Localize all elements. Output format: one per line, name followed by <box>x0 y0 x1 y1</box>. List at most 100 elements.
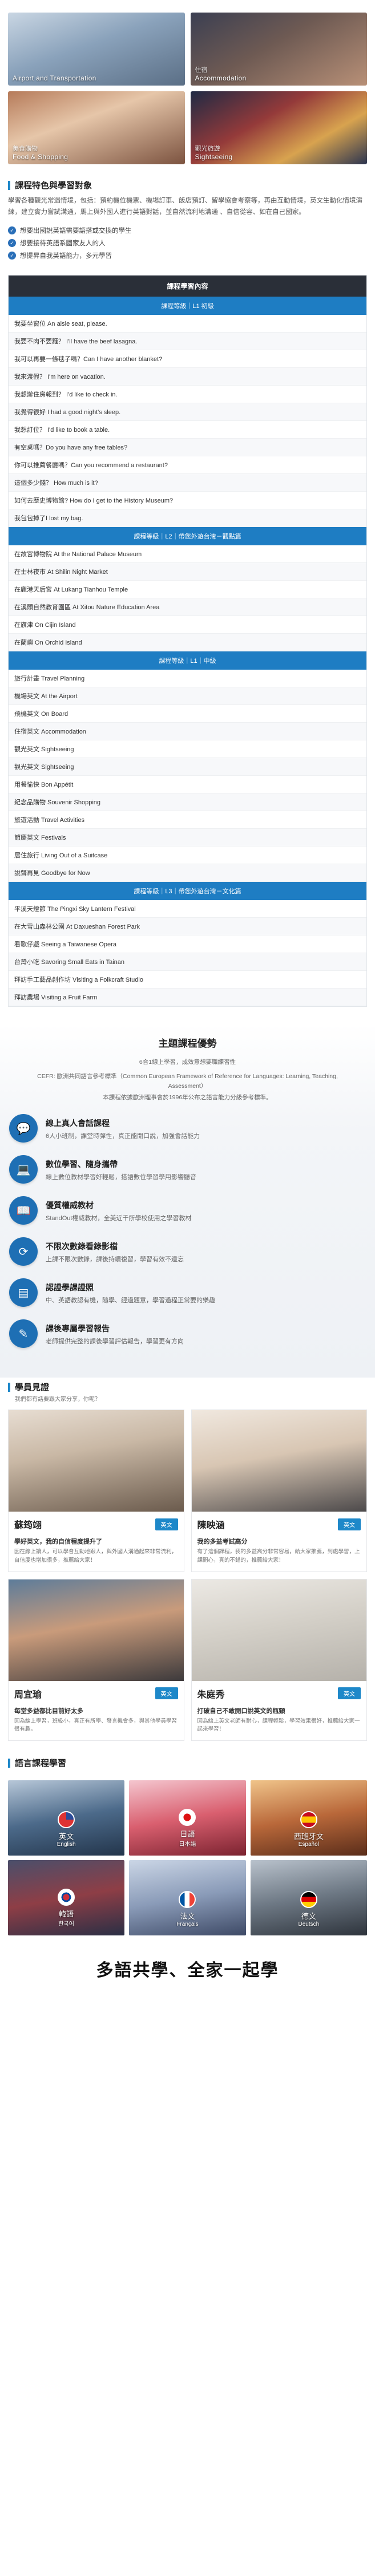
testimonial-card[interactable]: 陳映涵 英文我的多益考試高分有了這個課程，我的多益高分非常容易，給大家推薦，到處學… <box>191 1409 367 1572</box>
gallery-caption-zh: 美食購物 <box>13 145 38 152</box>
course-row: 節慶英文 Festivals <box>9 829 366 847</box>
advantages-subtitle: 6合1線上學習，成效意想要職練習性 CEFR: 歐洲共同語言參考標準（Commo… <box>0 1058 375 1091</box>
student-name-row: 朱庭秀 英文 <box>192 1681 367 1703</box>
check-icon: ✓ <box>8 226 16 235</box>
gallery-caption-zh: 住宿 <box>195 67 208 74</box>
audience-text: 想提昇自我英語能力，多元學習 <box>20 253 112 260</box>
course-row: 我覺得很好 I had a good night's sleep. <box>9 403 366 422</box>
audience-item: ✓ 想要出國說英語需要語搭或交換的學生 <box>8 226 367 235</box>
advantage-title: 線上真人會話課程 <box>46 1119 110 1128</box>
testimonial-body: 有了這個課程，我的多益高分非常容易，給大家推薦，到處學習，上課開心，真的不錯的，… <box>197 1549 360 1564</box>
course-badge: 英文 <box>155 1687 178 1700</box>
target-audience-list: ✓ 想要出國說英語需要語搭或交換的學生 ✓ 想要接待英語系國家友人的人 ✓ 想提昇自我… <box>0 218 375 267</box>
course-row: 紀念品購物 Souvenir Shopping <box>9 793 366 812</box>
advantage-text: 課後專屬學習報告 老師提供完整的課後學習評估報告，學習更有方向 <box>46 1319 184 1347</box>
advantage-desc: 線上數位教材學習好輕鬆，搭語數位學習學用影響聽音 <box>46 1174 196 1181</box>
testimonial-headline: 我的多益考試高分 <box>197 1538 248 1546</box>
laptop-icon: 💻 <box>9 1155 38 1184</box>
course-level-header: 課程等級｜L1 初級 <box>9 297 366 315</box>
course-row: 拜訪手工藝品創作坊 Visiting a Folkcraft Studio <box>9 971 366 989</box>
course-row: 有空桌嗎？Do you have any free tables? <box>9 439 366 457</box>
student-name: 陳映涵 <box>197 1521 225 1531</box>
course-level-rows: 旅行計畫 Travel Planning 機場英文 At the Airport 飛… <box>9 670 366 882</box>
certificate-icon: ▤ <box>9 1278 38 1307</box>
gallery-tile-airport[interactable]: Airport and Transportation <box>8 13 185 86</box>
course-row: 住宿英文 Accommodation <box>9 723 366 741</box>
gallery-tile-accommodation[interactable]: 住宿 Accommodation <box>190 13 367 86</box>
course-row: 在鹿港天后宮 At Lukang Tianhou Temple <box>9 581 366 599</box>
language-name: 韓語 <box>59 1910 74 1919</box>
advantage-item: 💻 數位學習、隨身攜帶 線上數位教材學習好輕鬆，搭語數位學習學用影響聽音 <box>9 1155 366 1184</box>
footer-slogan: 多語共學、全家一起學 <box>96 1961 279 1980</box>
language-tile[interactable]: 德文 Deutsch <box>250 1860 367 1936</box>
gallery-tile-sightseeing[interactable]: 觀光旅遊 Sightseeing <box>190 91 367 164</box>
course-row: 在故宮博物院 At the National Palace Museum <box>9 545 366 564</box>
features-heading: 課程特色與學習對象 <box>8 179 367 191</box>
course-row: 如何去歷史博物館? How do I get to the History Mu… <box>9 492 366 510</box>
advantages-sub2: CEFR: 歐洲共同語言參考標準（Common European Framewo… <box>37 1072 338 1089</box>
course-row: 飛機英文 On Board <box>9 705 366 723</box>
testimonial-body: 因在線上讀人，可以學會互動地跟人，與外國人溝通起來非常流利，自信度也增加很多，推… <box>14 1549 178 1564</box>
course-row: 我包包掉了I lost my bag. <box>9 509 366 528</box>
course-row: 平溪天燈節 The Pingxi Sky Lantern Festival <box>9 900 366 918</box>
advantage-item: ▤ 認證學課證照 中、英語教認有機，隨學、經過題意，學習過程正常要的樂趣 <box>9 1278 366 1307</box>
languages-heading: 語言課程學習 <box>8 1757 367 1769</box>
advantage-item: 💬 線上真人會話課程 6人小班制，課堂時彈性，真正能開口說，加強會話能力 <box>9 1114 366 1143</box>
testimonial-card[interactable]: 朱庭秀 英文 打破自己不敢開口說英文的瓶頸 因為線上英文老師有耐心，課程輕鬆，學習效果… <box>191 1578 367 1741</box>
advantage-text: 認證學課證照 中、英語教認有機，隨學、經過題意，學習過程正常要的樂趣 <box>46 1278 215 1306</box>
testimonials-grid: 蘇筠翊 英文 學好英文，我的自信程度提升了 因在線上讀人，可以學會互動地跟人，與外國人… <box>0 1403 375 1748</box>
course-level-header: 課程等級｜L2｜帶您外遊台灣－觀點篇 <box>9 527 366 546</box>
advantages-section: 主題課程優勢 6合1線上學習，成效意想要職練習性 CEFR: 歐洲共同語言參考標… <box>0 1024 375 1378</box>
testimonial-card[interactable]: 蘇筠翊 英文 學好英文，我的自信程度提升了 因在線上讀人，可以學會互動地跟人，與外國人… <box>8 1409 184 1572</box>
course-row: 在士林夜市 At Shilin Night Market <box>9 563 366 581</box>
course-badge: 英文 <box>155 1518 178 1530</box>
gallery-caption-en: Accommodation <box>195 74 247 82</box>
course-row: 這個多少錢？ How much is it? <box>9 474 366 492</box>
replay-icon: ⟳ <box>9 1237 38 1266</box>
gallery-tile-food[interactable]: 美食購物 Food & Shopping <box>8 91 185 164</box>
course-level-header: 課程等級｜L3｜帶您外遊台灣－文化篇 <box>9 882 366 901</box>
course-table-title: 課程學習內容 <box>9 276 366 297</box>
language-native-name: English <box>57 1841 76 1848</box>
advantage-desc: 上課不限次數錄，課後持續複習，學習有效不遺忘 <box>46 1256 184 1263</box>
features-intro: 學習各種觀光常遇情境，包括：預約機位機票、機場訂車、飯店預訂、留學協會考察等，再… <box>8 197 362 216</box>
course-row: 拜訪農場 Visiting a Fruit Farm <box>9 989 366 1007</box>
gallery-caption-en: Airport and Transportation <box>13 74 96 82</box>
student-name-row: 陳映涵 英文 <box>192 1512 367 1533</box>
language-tile[interactable]: 韓語 한국어 <box>8 1860 125 1936</box>
student-photo <box>191 1410 366 1512</box>
course-row: 說聲再見 Goodbye for Now <box>9 864 366 882</box>
language-tile[interactable]: 西班牙文 Español <box>250 1780 367 1856</box>
language-native-name: Deutsch <box>298 1921 320 1928</box>
language-tile[interactable]: 英文 English <box>8 1780 125 1856</box>
language-tile[interactable]: 日語 日本語 <box>129 1780 246 1856</box>
testimonial-card[interactable]: 周宜瑜 英文 每堂多益都比目前好太多 因為線上學習，班級小，真正有所學、發言機會多，與… <box>8 1578 184 1741</box>
advantage-text: 數位學習、隨身攜帶 線上數位教材學習好輕鬆，搭語數位學習學用影響聽音 <box>46 1155 196 1182</box>
student-name-row: 蘇筠翊 英文 <box>9 1512 184 1533</box>
course-row: 旅行計畫 Travel Planning <box>9 670 366 688</box>
advantage-item: 📖 優質權威教材 StandOut權威教材，全美近千所學校使用之學習教材 <box>9 1196 366 1225</box>
heading-accent-bar <box>8 1758 10 1768</box>
topic-gallery: Airport and Transportation 住宿 Accommodat… <box>0 0 375 170</box>
course-row: 台灣小吃 Savoring Small Eats in Tainan <box>9 953 366 971</box>
audience-item: ✓ 想要接待英語系國家友人的人 <box>8 238 367 248</box>
course-row: 我來渡假？ I'm here on vacation. <box>9 368 366 386</box>
course-row: 旅遊活動 Travel Activities <box>9 811 366 829</box>
advantage-item: ✎ 課後專屬學習報告 老師提供完整的課後學習評估報告，學習更有方向 <box>9 1319 366 1348</box>
course-row: 我想辦住房報到？ I'd like to check in. <box>9 386 366 404</box>
heading-accent-bar <box>8 180 10 190</box>
audience-text: 想要出國說英語需要語搭或交換的學生 <box>20 228 132 235</box>
course-levels: 課程等級｜L1 初級 我要坐窗位 An aisle seat, please. 我要… <box>9 297 366 1007</box>
student-photo <box>9 1579 184 1681</box>
language-name: 西班牙文 <box>293 1832 324 1841</box>
language-name: 法文 <box>180 1912 195 1921</box>
course-row: 在蘭嶼 On Orchid Island <box>9 634 366 652</box>
audience-text: 想要接待英語系國家友人的人 <box>20 240 106 248</box>
course-row: 機場英文 At the Airport <box>9 687 366 706</box>
course-row: 我可以再要一條毯子嗎？Can I have another blanket? <box>9 350 366 368</box>
course-badge: 英文 <box>338 1518 361 1530</box>
student-photo <box>191 1579 366 1681</box>
language-tile[interactable]: 法文 Français <box>129 1860 246 1936</box>
language-native-name: 한국어 <box>58 1921 74 1928</box>
gallery-caption-zh: 觀光旅遊 <box>195 145 220 152</box>
